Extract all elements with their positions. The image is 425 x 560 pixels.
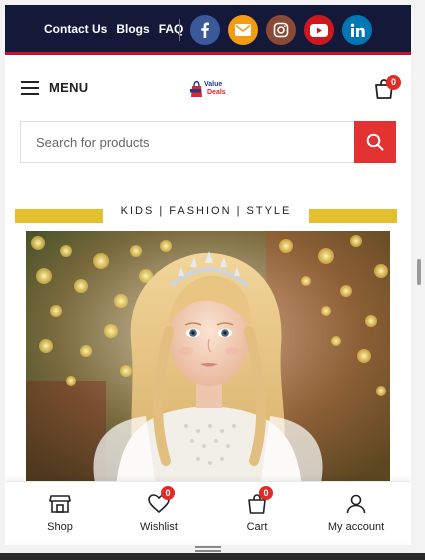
tagline-bar-left xyxy=(15,209,103,223)
nav-my-account[interactable]: My account xyxy=(311,482,401,544)
instagram-button[interactable] xyxy=(266,15,296,45)
top-links: Contact Us Blogs FAQ xyxy=(44,22,183,36)
nav-my-account-label: My account xyxy=(327,521,385,533)
top-divider xyxy=(179,19,180,41)
logo-text-line1: Value xyxy=(204,81,223,88)
page: Contact Us Blogs FAQ MENU Value Deals 0 … xyxy=(5,5,411,545)
shop-icon xyxy=(49,495,71,513)
nav-shop[interactable]: Shop xyxy=(15,482,105,544)
nav-wishlist[interactable]: 0 Wishlist xyxy=(114,482,204,544)
cart-count-badge: 0 xyxy=(386,75,401,90)
search-button[interactable] xyxy=(354,121,396,163)
bottom-strip xyxy=(0,553,425,560)
drag-handle-line xyxy=(195,546,221,548)
linkedin-icon xyxy=(350,23,365,37)
menu-label: MENU xyxy=(49,80,89,95)
tagline: KIDS | FASHION | STYLE xyxy=(120,205,292,217)
instagram-icon xyxy=(273,22,289,38)
search-bar xyxy=(20,121,396,163)
cart-nav-count-badge: 0 xyxy=(259,486,273,500)
email-icon xyxy=(235,24,251,36)
heart-icon-wrap: 0 xyxy=(147,486,175,516)
youtube-button[interactable] xyxy=(304,15,334,45)
search-input[interactable] xyxy=(21,122,353,162)
header: MENU Value Deals 0 xyxy=(5,58,411,116)
tagline-bar-right xyxy=(309,209,397,223)
facebook-icon xyxy=(201,22,209,38)
facebook-button[interactable] xyxy=(190,15,220,45)
contact-us-link[interactable]: Contact Us xyxy=(44,22,107,36)
nav-cart[interactable]: 0 Cart xyxy=(212,482,302,544)
hamburger-icon xyxy=(21,80,39,95)
top-bar: Contact Us Blogs FAQ xyxy=(5,5,411,55)
nav-wishlist-label: Wishlist xyxy=(140,521,178,533)
wishlist-count-badge: 0 xyxy=(161,486,175,500)
drag-handle-line xyxy=(195,550,221,552)
email-button[interactable] xyxy=(228,15,258,45)
cart-icon-wrap: 0 xyxy=(245,486,273,516)
hero-image[interactable] xyxy=(26,231,390,487)
nav-cart-label: Cart xyxy=(246,521,268,533)
search-icon xyxy=(366,133,384,151)
logo-text-line2: Deals xyxy=(207,89,226,96)
menu-button[interactable]: MENU xyxy=(21,80,88,95)
linkedin-button[interactable] xyxy=(342,15,372,45)
user-icon xyxy=(346,494,366,514)
logo[interactable]: Value Deals xyxy=(188,78,230,100)
nav-shop-label: Shop xyxy=(47,521,73,533)
youtube-icon xyxy=(310,23,328,37)
blogs-link[interactable]: Blogs xyxy=(116,22,149,36)
bottom-nav: Shop 0 Wishlist 0 Cart My account xyxy=(5,481,411,543)
scrollbar-thumb[interactable] xyxy=(417,259,421,285)
hero-photo xyxy=(26,231,390,487)
